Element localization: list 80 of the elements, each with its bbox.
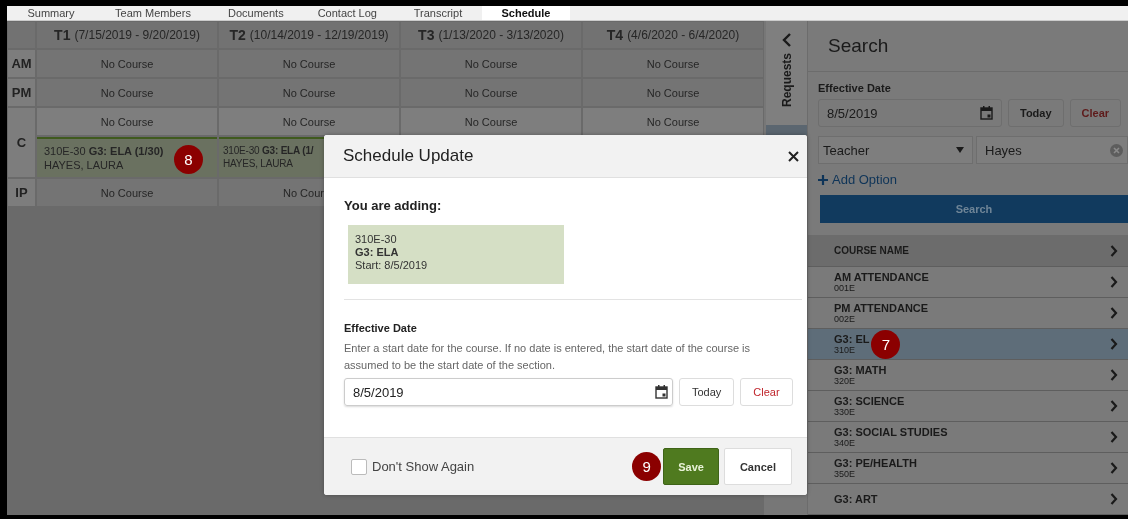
- tab[interactable]: Contact Log: [300, 6, 394, 20]
- chevron-right-icon: [1110, 369, 1118, 381]
- course-row[interactable]: G3: PE/HEALTH 350E: [808, 453, 1128, 484]
- date-field[interactable]: 8/5/2019: [818, 99, 1002, 127]
- course-row[interactable]: G3: SOCIAL STUDIES 340E: [808, 422, 1128, 453]
- tab[interactable]: Documents: [211, 6, 301, 20]
- calendar-icon: [655, 385, 668, 399]
- tab[interactable]: Team Members: [95, 6, 211, 20]
- cancel-button[interactable]: Cancel: [723, 448, 792, 485]
- dialog-title: Schedule Update: [343, 146, 474, 166]
- field-label: Effective Date: [818, 82, 892, 94]
- table-cell: No Course: [401, 79, 581, 106]
- course-row[interactable]: G3: MATH 320E: [808, 360, 1128, 391]
- table-cell: No Course: [219, 108, 399, 135]
- chevron-right-icon: [1110, 276, 1118, 288]
- save-button[interactable]: Save: [663, 448, 719, 485]
- chevron-left-icon: [781, 33, 792, 47]
- table-cell: No Course: [583, 79, 763, 106]
- field-label: Effective Date: [344, 322, 418, 334]
- side-tab[interactable]: [766, 125, 807, 135]
- dropdown-arrow-icon: [956, 147, 964, 153]
- add-option-link[interactable]: Add Option: [818, 172, 1128, 187]
- step-badge: 7: [871, 329, 901, 359]
- term-header: T2 (10/14/2019 - 12/19/2019): [219, 22, 399, 48]
- table-cell: No Course: [219, 79, 399, 106]
- panel-title: Search: [808, 21, 1128, 72]
- chevron-right-icon: [1110, 307, 1118, 319]
- chevron-right-icon: [1110, 400, 1118, 412]
- table-cell: No Course: [583, 50, 763, 77]
- date-field[interactable]: 8/5/2019: [344, 378, 673, 406]
- checkbox[interactable]: [351, 458, 367, 475]
- tab[interactable]: Transcript: [393, 6, 482, 20]
- calendar-icon: [980, 106, 993, 120]
- today-button[interactable]: Today: [1008, 99, 1064, 127]
- period-label: PM: [8, 79, 35, 106]
- term-header: T1 (7/15/2019 - 9/20/2019): [37, 22, 217, 48]
- table-cell: No Course: [219, 50, 399, 77]
- course-row[interactable]: G3: SCIENCE 330E: [808, 391, 1128, 422]
- clear-button[interactable]: Clear: [1069, 99, 1122, 127]
- term-header: T3 (1/13/2020 - 3/13/2020): [401, 22, 581, 48]
- help-text: Enter a start date for the course. If no date is entered, the start date of the course is assumed to be the start date of the section.: [344, 341, 751, 373]
- table-cell: No Course: [583, 108, 763, 135]
- chevron-right-icon: [1110, 462, 1118, 474]
- table-cell: No Course: [37, 108, 217, 135]
- course-detail: Start: 8/5/2019: [355, 259, 429, 271]
- course-row[interactable]: G3: ART: [808, 484, 1128, 515]
- table-cell: No Course: [401, 108, 581, 135]
- checkbox-label[interactable]: Don't Show Again: [372, 459, 475, 474]
- requests-tab[interactable]: Requests: [766, 21, 807, 125]
- chevron-right-icon: [1110, 493, 1118, 505]
- course-detail: G3: ELA: [355, 246, 400, 258]
- table-cell: No Course: [37, 179, 217, 206]
- chevron-right-icon: [1110, 338, 1118, 350]
- search-button[interactable]: Search: [820, 195, 1128, 223]
- course-detail: 310E-30: [355, 233, 398, 245]
- tab[interactable]: Summary: [7, 6, 95, 20]
- table-cell: No Course: [37, 79, 217, 106]
- course-row[interactable]: AM ATTENDANCE 001E: [808, 267, 1128, 298]
- period-label: C: [8, 108, 35, 177]
- plus-icon: [818, 174, 828, 185]
- filter-field[interactable]: Hayes: [976, 136, 1128, 164]
- course-section[interactable]: 310E-30 G3: ELA (1/ HAYES, LAURA: [219, 137, 324, 177]
- period-label: IP: [8, 179, 35, 206]
- chevron-right-icon: [1110, 244, 1118, 257]
- course-section[interactable]: 310E-30 G3: ELA (1/30) HAYES, LAURA 8: [37, 137, 217, 177]
- step-badge: 8: [174, 145, 203, 174]
- course-row[interactable]: G3: EL 310E 7: [808, 329, 1128, 360]
- close-icon[interactable]: [788, 150, 799, 162]
- table-cell: No Course: [401, 50, 581, 77]
- tab[interactable]: Schedule: [481, 6, 570, 20]
- today-button[interactable]: Today: [679, 378, 735, 406]
- clear-button[interactable]: Clear: [740, 378, 793, 406]
- filter-dropdown[interactable]: Teacher: [818, 136, 973, 164]
- term-header: T4 (4/6/2020 - 6/4/2020): [583, 22, 763, 48]
- column-header: COURSE NAME: [834, 245, 909, 256]
- step-badge: 9: [632, 452, 662, 481]
- chevron-right-icon: [1110, 431, 1118, 443]
- clear-icon: [1110, 143, 1123, 157]
- table-cell: No Course: [37, 50, 217, 77]
- period-label: AM: [8, 50, 35, 77]
